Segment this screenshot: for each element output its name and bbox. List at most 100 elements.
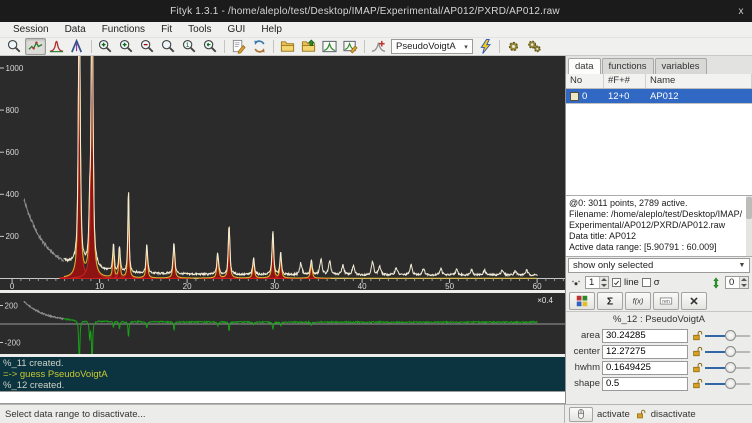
toolbar-separator: [364, 40, 365, 53]
menu-data[interactable]: Data: [58, 23, 93, 36]
command-input[interactable]: [0, 391, 565, 404]
svg-text:600: 600: [6, 148, 20, 157]
gear-icon: [506, 39, 521, 54]
slider-handle[interactable]: [725, 362, 736, 373]
chart-edit-icon: [343, 39, 358, 54]
auto-add-peak-button[interactable]: [368, 38, 389, 55]
slider-handle[interactable]: [725, 378, 736, 389]
menu-session[interactable]: Session: [6, 23, 56, 36]
column-header: Name: [646, 74, 752, 88]
svg-text:400: 400: [6, 190, 20, 199]
function-panel: %_12 : PseudoVoigtA area center hwhm sha…: [566, 312, 752, 405]
shift-spinner[interactable]: 0: [725, 276, 749, 289]
status-text: Select data range to disactivate...: [0, 409, 564, 420]
chevron-down-icon: ▾: [460, 43, 472, 51]
aux-plot-canvas[interactable]: 200-200×0.4: [0, 293, 565, 354]
window-title: Fityk 1.3.1 - /home/aleplo/test/Desktop/…: [0, 6, 730, 17]
drag-peak-mode-button[interactable]: [67, 38, 88, 55]
menubar: SessionDataFunctionsFitToolsGUIHelp: [0, 22, 752, 38]
zoom-in-button[interactable]: [95, 38, 116, 55]
data-colors-button[interactable]: [569, 292, 595, 310]
folder-icon: [280, 39, 295, 54]
parameter-slider[interactable]: [705, 345, 750, 358]
parameter-value-input[interactable]: [602, 329, 688, 343]
sidebar-tabbar: datafunctionsvariables: [566, 56, 752, 74]
open-data-button[interactable]: [277, 38, 298, 55]
tab-functions[interactable]: functions: [602, 58, 654, 74]
parameter-value-input[interactable]: [602, 377, 688, 391]
zoom-previous-button[interactable]: [200, 38, 221, 55]
delete-button[interactable]: [681, 292, 707, 310]
menu-help[interactable]: Help: [254, 23, 289, 36]
edit-plot-button[interactable]: [340, 38, 361, 55]
add-peak-icon: [49, 39, 64, 54]
log-line: %_11 created.: [3, 358, 562, 369]
save-image-button[interactable]: [319, 38, 340, 55]
toolbar-separator: [91, 40, 92, 53]
reload-session-button[interactable]: [249, 38, 270, 55]
drag-peak-icon: [70, 39, 85, 54]
sum-button[interactable]: Σ: [597, 292, 623, 310]
svg-text:ren: ren: [662, 298, 670, 304]
dataset-row[interactable]: 012+0AP012: [566, 89, 752, 103]
sigma-checkbox[interactable]: [642, 278, 651, 287]
parameter-slider[interactable]: [705, 329, 750, 342]
dataset-list-empty: [566, 104, 752, 195]
function-type-dropdown[interactable]: PseudoVoigtA▾: [391, 39, 473, 54]
zoom-in-horizontal-button[interactable]: [116, 38, 137, 55]
filter-dropdown[interactable]: show only selected ▼: [568, 258, 750, 273]
toolbar-separator: [273, 40, 274, 53]
lock-icon[interactable]: [690, 345, 703, 358]
rename-button[interactable]: ren: [653, 292, 679, 310]
svg-text:30: 30: [270, 282, 279, 290]
column-header: No: [566, 74, 604, 88]
line-checkbox[interactable]: [612, 278, 621, 287]
guess-peak-button[interactable]: [475, 38, 496, 55]
zoom-out-button[interactable]: [137, 38, 158, 55]
parameter-value-input[interactable]: [602, 361, 688, 375]
slider-handle[interactable]: [725, 346, 736, 357]
info-line: Data title: AP012: [569, 231, 751, 242]
parameter-value-input[interactable]: [602, 345, 688, 359]
lock-icon[interactable]: [690, 361, 703, 374]
svg-text:f(x): f(x): [633, 296, 644, 305]
data-range-mode-button[interactable]: [25, 38, 46, 55]
parameter-slider[interactable]: [705, 377, 750, 390]
zoom-plain-icon: [161, 39, 176, 54]
dataset-checkbox[interactable]: [570, 92, 579, 101]
log-line: =-> guess PseudoVoigtA: [3, 369, 562, 380]
tab-variables[interactable]: variables: [655, 58, 707, 74]
open-data-second-button[interactable]: [298, 38, 319, 55]
toolbar: 1 PseudoVoigtA▾: [0, 38, 752, 56]
output-log[interactable]: %_11 created.=-> guess PseudoVoigtA%_12 …: [0, 357, 565, 391]
zoom-all-button[interactable]: [158, 38, 179, 55]
parameter-slider[interactable]: [705, 361, 750, 374]
info-scrollbar[interactable]: [746, 196, 752, 256]
sidebar-buttons: Σf(x) ren: [566, 291, 752, 312]
main-plot-canvas[interactable]: 01020304050602004006008001000: [0, 56, 565, 290]
add-peak-mode-button[interactable]: [46, 38, 67, 55]
slider-handle[interactable]: [725, 330, 736, 341]
parameter-label: area: [568, 330, 600, 341]
toolbar-separator: [224, 40, 225, 53]
close-button[interactable]: x: [730, 6, 752, 17]
function-style-button[interactable]: f(x): [625, 292, 651, 310]
log-line: %_12 created.: [3, 380, 562, 391]
point-size-spinner[interactable]: 1: [585, 276, 609, 289]
script-editor-button[interactable]: [228, 38, 249, 55]
zoom-100-button[interactable]: 1: [179, 38, 200, 55]
run-fit-button[interactable]: [503, 38, 524, 55]
zoom-mode-button[interactable]: [4, 38, 25, 55]
menu-tools[interactable]: Tools: [181, 23, 218, 36]
menu-functions[interactable]: Functions: [95, 23, 152, 36]
tab-data[interactable]: data: [568, 58, 601, 74]
lock-icon[interactable]: [690, 377, 703, 390]
menu-gui[interactable]: GUI: [221, 23, 253, 36]
parameter-label: center: [568, 346, 600, 357]
fit-settings-button[interactable]: [524, 38, 545, 55]
lock-icon[interactable]: [690, 329, 703, 342]
menu-fit[interactable]: Fit: [154, 23, 179, 36]
statusbar: Select data range to disactivate... acti…: [0, 404, 752, 423]
svg-text:40: 40: [358, 282, 367, 290]
mouse-hint-button[interactable]: [569, 407, 593, 422]
